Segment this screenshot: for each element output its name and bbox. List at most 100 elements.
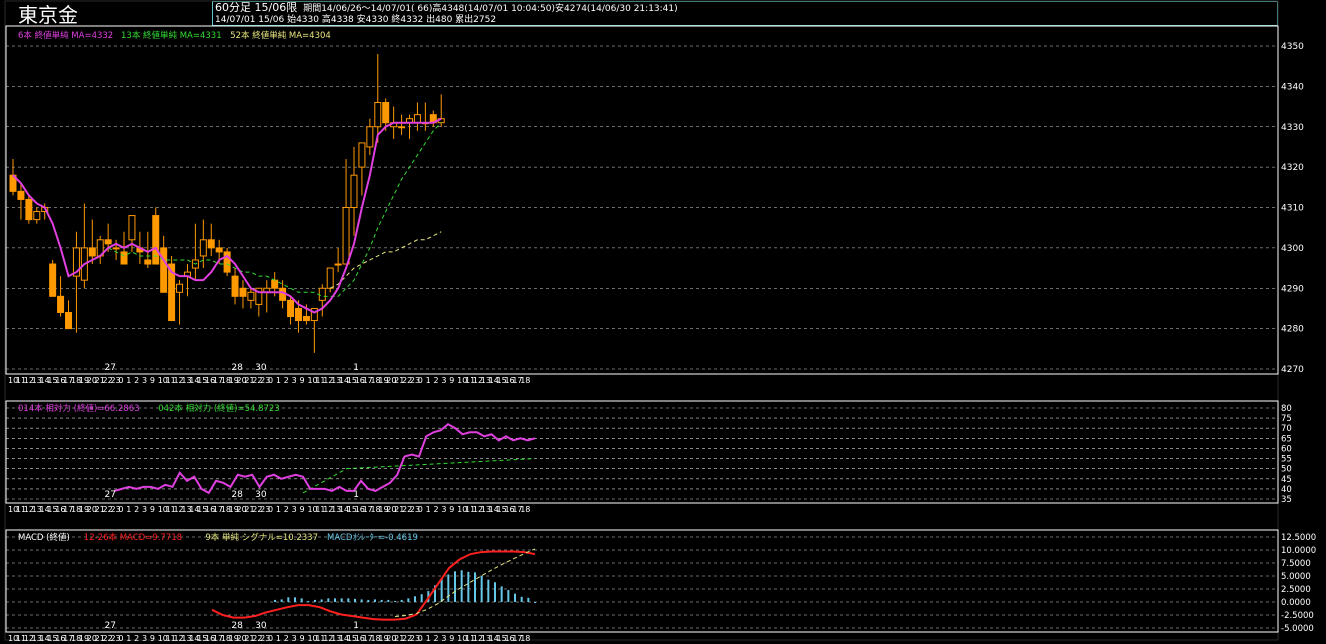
candle-body (318, 287, 326, 301)
candle-body (382, 102, 390, 124)
x-tick-label: 9 (150, 376, 155, 385)
x-tick-label: 1 (276, 505, 281, 514)
x-tick-label: 3 (142, 505, 147, 514)
x-tick-label: 9 (449, 505, 454, 514)
panel-border (5, 400, 1279, 504)
date-label: 1 (353, 621, 359, 631)
y-tick-label: 4320 (1281, 163, 1304, 173)
y-tick-label: 35 (1281, 495, 1292, 505)
x-tick-label: 0 (118, 634, 123, 643)
x-tick-label: 2 (284, 634, 289, 643)
candle-body (302, 316, 310, 322)
x-tick-label: 3 (292, 634, 297, 643)
signal-line (394, 548, 536, 618)
x-tick-label: 0 (268, 505, 273, 514)
date-label: 1 (353, 363, 359, 373)
candle-body (144, 259, 152, 265)
x-tick-label: 9 (300, 376, 305, 385)
date-label: 30 (255, 621, 267, 631)
y-tick-label: 40 (1281, 485, 1292, 495)
candle-body (326, 267, 334, 289)
date-label: 30 (255, 490, 267, 500)
x-tick-label: 0 (418, 505, 423, 514)
candle-body (120, 251, 128, 265)
candle-body (33, 211, 41, 221)
x-tick-label: 1 (126, 505, 131, 514)
y-tick-label: 50 (1281, 465, 1292, 475)
x-tick-label: 1 (426, 505, 431, 514)
x-tick-label: 0 (118, 505, 123, 514)
legend-entry: 014本 相対力 (終値)=66.2863 (18, 403, 140, 414)
candle-body (350, 174, 358, 208)
candle-body (239, 287, 247, 297)
ma13-line (107, 122, 442, 297)
panel-rsi (5, 400, 1279, 504)
x-tick-label: 9 (300, 634, 305, 643)
x-tick-label: 2 (284, 505, 289, 514)
candle-body (152, 215, 160, 265)
candle-body (176, 283, 184, 293)
legend-entry: 13本 終値単純 MA=4331 (121, 30, 222, 41)
x-tick-label: 2 (434, 505, 439, 514)
panel-macd (5, 529, 1279, 633)
x-tick-label: 1 (276, 376, 281, 385)
candle-body (413, 114, 421, 124)
candle-body (215, 247, 223, 253)
legend-entry: 042本 相対力 (終値)=54.8723 (158, 403, 280, 414)
y-tick-label: 70 (1281, 424, 1292, 434)
x-tick-label: 18 (520, 505, 530, 514)
panel-border (5, 25, 1279, 375)
y-tick-label: 4300 (1281, 244, 1304, 254)
y-tick-label: 5.0000 (1281, 572, 1311, 582)
x-tick-label: 1 (126, 634, 131, 643)
candle-body (271, 279, 279, 289)
x-tick-label: 0 (268, 376, 273, 385)
candle-body (49, 263, 57, 297)
x-tick-label: 3 (441, 505, 446, 514)
y-tick-label: 60 (1281, 444, 1292, 454)
legend-entry: MACDｵｼﾚｰﾀｰ=-0.4619 (327, 533, 418, 543)
candle-body (287, 299, 295, 318)
x-tick-label: 9 (150, 634, 155, 643)
ma6-line (12, 117, 442, 314)
date-label: 28 (231, 621, 243, 631)
date-label: 28 (231, 490, 243, 500)
x-tick-label: 0 (268, 634, 273, 643)
y-tick-label: 12.5000 (1281, 533, 1316, 543)
x-tick-label: 1 (426, 634, 431, 643)
x-tick-label: 3 (292, 505, 297, 514)
candle-body (57, 295, 65, 313)
y-tick-label: 55 (1281, 455, 1292, 465)
y-tick-label: -2.5000 (1281, 611, 1314, 621)
candle-body (294, 307, 302, 322)
x-tick-label: 18 (520, 634, 530, 643)
y-tick-label: 2.5000 (1281, 585, 1311, 595)
x-tick-label: 2 (434, 376, 439, 385)
candle-body (199, 239, 207, 257)
y-tick-label: 45 (1281, 475, 1292, 485)
legend-entry: 9本 単純 シグナル=10.2337 (205, 532, 318, 543)
x-tick-label: 0 (118, 376, 123, 385)
y-tick-label: 4340 (1281, 82, 1304, 92)
x-tick-label: 9 (150, 505, 155, 514)
x-tick-label: 1 (426, 376, 431, 385)
panel-price (5, 25, 1279, 375)
candle-body (17, 190, 25, 200)
candle-body (358, 142, 366, 168)
candle-body (65, 311, 73, 330)
y-tick-label: 4350 (1281, 42, 1304, 52)
x-tick-label: 2 (134, 634, 139, 643)
candle-body (366, 126, 374, 148)
y-tick-label: 4310 (1281, 204, 1304, 214)
macd-line (211, 550, 536, 621)
x-tick-label: 1 (126, 376, 131, 385)
date-label: 27 (105, 490, 116, 500)
x-tick-label: 3 (292, 376, 297, 385)
candle-body (128, 215, 136, 241)
x-tick-label: 2 (434, 634, 439, 643)
y-tick-label: 0.0000 (1281, 598, 1311, 608)
candle-body (207, 239, 215, 249)
x-tick-label: 1 (276, 634, 281, 643)
panel-border (5, 529, 1279, 633)
window-frame (4, 0, 1279, 641)
